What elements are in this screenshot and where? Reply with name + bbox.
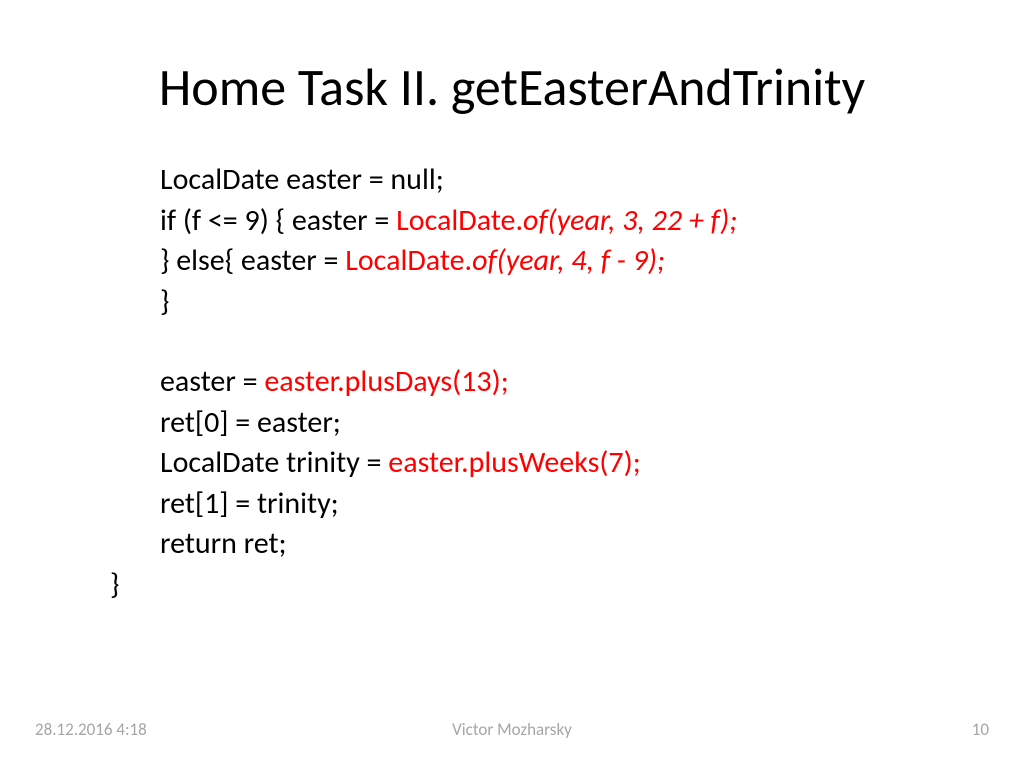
code-highlight: LocalDate. bbox=[396, 202, 523, 239]
code-text: LocalDate easter = null; bbox=[160, 161, 444, 198]
code-text: if (f <= 9) { easter = bbox=[160, 202, 396, 239]
code-text: LocalDate trinity = bbox=[160, 444, 388, 481]
code-line: } bbox=[110, 565, 944, 606]
code-block: LocalDate easter = null; if (f <= 9) { e… bbox=[110, 160, 944, 605]
code-text: } bbox=[160, 283, 169, 320]
blank-line bbox=[110, 322, 944, 362]
code-text: return ret; bbox=[160, 525, 287, 562]
code-text: ret[0] = easter; bbox=[160, 404, 341, 441]
code-line: LocalDate easter = null; bbox=[110, 160, 944, 201]
slide-footer: 28.12.2016 4:18 Victor Mozharsky 10 bbox=[0, 719, 1024, 743]
code-line: easter = easter.plusDays(13); bbox=[110, 362, 944, 403]
code-line: if (f <= 9) { easter = LocalDate.of(year… bbox=[110, 201, 944, 242]
slide: Home Task II. getEasterAndTrinity LocalD… bbox=[0, 0, 1024, 768]
code-line: } bbox=[110, 282, 944, 323]
code-text: } bbox=[110, 566, 119, 603]
code-text: } else{ easter = bbox=[160, 242, 345, 279]
slide-title: Home Task II. getEasterAndTrinity bbox=[0, 55, 1024, 119]
code-highlight: easter.plusDays(13); bbox=[264, 363, 508, 400]
code-highlight: of(year, 3, 22 + f); bbox=[523, 202, 737, 239]
footer-page-number: 10 bbox=[972, 719, 989, 740]
code-line: ret[0] = easter; bbox=[110, 403, 944, 444]
code-highlight: of(year, 4, f - 9); bbox=[472, 242, 665, 279]
code-line: ret[1] = trinity; bbox=[110, 484, 944, 525]
code-text: ret[1] = trinity; bbox=[160, 485, 339, 522]
footer-author: Victor Mozharsky bbox=[0, 719, 1024, 740]
code-line: LocalDate trinity = easter.plusWeeks(7); bbox=[110, 443, 944, 484]
code-highlight: easter.plusWeeks(7); bbox=[388, 444, 640, 481]
code-line: return ret; bbox=[110, 524, 944, 565]
code-text: easter = bbox=[160, 363, 264, 400]
code-highlight: LocalDate. bbox=[345, 242, 472, 279]
code-line: } else{ easter = LocalDate.of(year, 4, f… bbox=[110, 241, 944, 282]
